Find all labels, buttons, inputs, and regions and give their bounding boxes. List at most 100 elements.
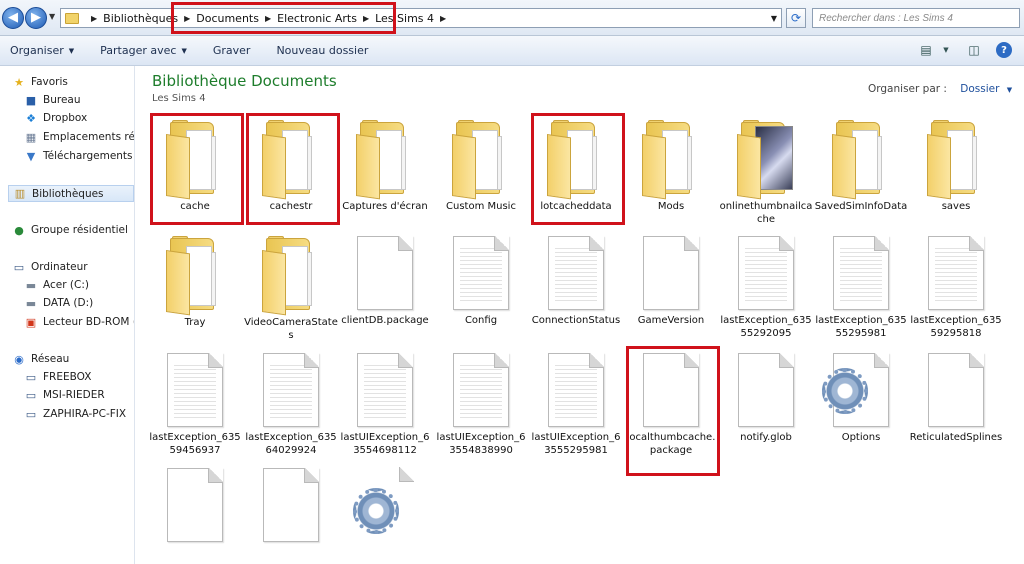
highlight-box [171, 2, 396, 34]
computer-icon: ▭ [25, 407, 37, 421]
document-icon [548, 236, 604, 310]
item-label: lastException_63555292095 [720, 315, 812, 339]
sidebar-item-freebox[interactable]: ▭ FREEBOX [24, 371, 92, 384]
history-dropdown-icon[interactable]: ▼ [49, 12, 55, 21]
sidebar-label: FREEBOX [43, 371, 92, 383]
help-icon[interactable]: ? [996, 42, 1012, 58]
recent-places-icon: ▦ [25, 130, 37, 144]
file-item[interactable]: lastException_63559456937 [148, 353, 242, 457]
folder-item[interactable]: Tray [148, 236, 242, 329]
forward-button[interactable]: ▶ [25, 7, 47, 29]
folder-icon [737, 120, 795, 200]
burn-button[interactable]: Graver [213, 44, 251, 57]
crumb-libraries[interactable]: Bibliothèques [103, 12, 178, 25]
item-label: SavedSimInfoData [814, 201, 908, 212]
file-item[interactable]: lastException_63555295981 [814, 236, 908, 340]
folder-item[interactable]: Custom Music [434, 120, 528, 213]
sidebar-item-favorites[interactable]: ★ Favoris [12, 75, 68, 89]
file-item[interactable]: lastException_63555292095 [719, 236, 813, 340]
file-item[interactable]: GameVersion [624, 236, 718, 327]
command-bar: Organiser ▼ Partager avec ▼ Graver Nouveau… [0, 36, 1024, 66]
sidebar-item-drive-c[interactable]: ▬ Acer (C:) [24, 279, 89, 292]
desktop-icon: ■ [25, 93, 37, 107]
file-item[interactable]: lastException_63559295818 [909, 236, 1003, 340]
file-item[interactable]: lastUIException_63554698112 [338, 353, 432, 457]
search-input[interactable] [812, 8, 1020, 28]
folder-item[interactable]: Mods [624, 120, 718, 213]
folder-icon [642, 120, 700, 200]
chevron-down-icon[interactable]: ▼ [1007, 86, 1012, 94]
sidebar-item-zaphira[interactable]: ▭ ZAPHIRA-PC-FIX [24, 407, 127, 421]
folder-item[interactable]: saves [909, 120, 1003, 213]
file-item[interactable]: ReticulatedSplines [909, 353, 1003, 444]
chevron-right-icon[interactable]: ▶ [440, 14, 446, 23]
sidebar-item-drive-d[interactable]: ▬ DATA (D:) [24, 297, 93, 310]
address-dropdown-icon[interactable]: ▼ [771, 14, 777, 23]
computer-icon: ▭ [13, 260, 25, 274]
preview-pane-icon[interactable]: ◫ [964, 41, 984, 59]
gear-icon [353, 488, 399, 534]
file-item[interactable]: lastUIException_63555295981 [529, 353, 623, 457]
address-bar[interactable]: ▶ Bibliothèques ▶ Documents ▶ Electronic… [60, 8, 782, 28]
item-label: clientDB.package [341, 315, 429, 326]
sidebar-label: Lecteur BD-ROM (L:) [43, 316, 134, 328]
sidebar-item-bd-rom[interactable]: ▣ Lecteur BD-ROM (L:) [24, 316, 134, 329]
file-item[interactable]: ConnectionStatus [529, 236, 623, 327]
file-item[interactable]: clientDB.package [338, 236, 432, 327]
folder-item[interactable]: SavedSimInfoData [814, 120, 908, 213]
share-label: Partager avec [100, 44, 177, 57]
folder-item[interactable]: Captures d'écran [338, 120, 432, 213]
chevron-down-icon: ▼ [68, 46, 75, 55]
item-label: Mods [657, 201, 685, 212]
sidebar-label: Favoris [31, 76, 68, 88]
document-icon [167, 468, 223, 542]
sidebar-label: MSI-RIEDER [43, 389, 105, 401]
folder-icon [927, 120, 985, 200]
new-folder-button[interactable]: Nouveau dossier [276, 44, 368, 57]
folder-icon [832, 120, 890, 200]
sidebar-label: Dropbox [43, 112, 88, 124]
share-button[interactable]: Partager avec ▼ [100, 44, 187, 57]
item-label: ConnectionStatus [531, 315, 621, 326]
item-label: lastException_63559295818 [910, 315, 1002, 339]
sidebar-item-homegroup[interactable]: ● Groupe résidentiel [12, 224, 128, 237]
folder-item[interactable]: VideoCameraStates [244, 236, 338, 342]
back-button[interactable]: ◀ [2, 7, 24, 29]
file-item[interactable]: Options [814, 353, 908, 444]
item-label: Config [464, 315, 498, 326]
sidebar-item-network[interactable]: ◉ Réseau [12, 353, 69, 366]
folder-item[interactable]: onlinethumbnailcache [719, 120, 813, 226]
sidebar-item-dropbox[interactable]: ❖ Dropbox [24, 112, 88, 125]
sidebar-item-downloads[interactable]: ▼ Téléchargements [24, 149, 133, 163]
file-item[interactable]: Config [434, 236, 528, 327]
sidebar-item-msi-rieder[interactable]: ▭ MSI-RIEDER [24, 389, 105, 402]
star-icon: ★ [14, 75, 24, 89]
file-item[interactable] [148, 468, 242, 546]
refresh-button[interactable]: ⟳ [786, 8, 806, 28]
sidebar-label: Emplacements récents [43, 131, 135, 143]
sidebar-item-desktop[interactable]: ■ Bureau [24, 93, 81, 107]
document-icon [357, 236, 413, 310]
sidebar-item-recent[interactable]: ▦ Emplacements récents [24, 130, 135, 144]
sidebar-label: ZAPHIRA-PC-FIX [43, 408, 127, 420]
file-item[interactable]: lastException_63564029924 [244, 353, 338, 457]
view-options-icon[interactable]: ▤ [916, 41, 936, 59]
document-icon [453, 353, 509, 427]
arrange-dropdown[interactable]: Dossier [960, 83, 999, 95]
library-subtitle: Les Sims 4 [152, 93, 206, 104]
sidebar-label: Bibliothèques [32, 187, 104, 200]
file-item[interactable] [244, 468, 338, 546]
file-item[interactable]: notify.glob [719, 353, 813, 444]
sidebar-label: Acer (C:) [43, 279, 89, 291]
document-icon [928, 236, 984, 310]
item-label: lastException_63555295981 [815, 315, 907, 339]
sidebar-item-libraries[interactable]: ▥ Bibliothèques [8, 185, 134, 202]
file-item[interactable] [338, 467, 432, 546]
item-label: lastException_63564029924 [245, 432, 337, 456]
organize-button[interactable]: Organiser ▼ [10, 44, 74, 57]
sidebar-item-computer[interactable]: ▭ Ordinateur [12, 260, 88, 274]
downloads-icon: ▼ [26, 149, 36, 163]
view-dropdown-icon[interactable]: ▼ [936, 41, 956, 59]
sidebar-label: Groupe résidentiel [31, 224, 128, 236]
file-item[interactable]: lastUIException_63554838990 [434, 353, 528, 457]
